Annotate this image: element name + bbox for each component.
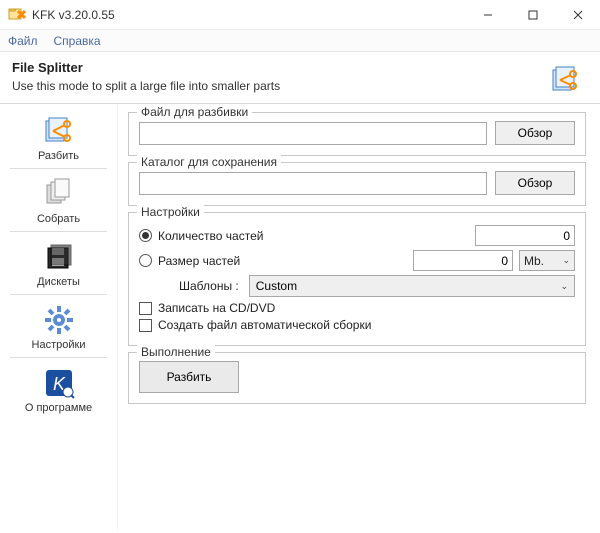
sidebar-separator bbox=[10, 168, 107, 169]
dest-folder-input[interactable] bbox=[139, 172, 487, 195]
group-run: Выполнение Разбить bbox=[128, 352, 586, 404]
minimize-button[interactable] bbox=[465, 0, 510, 30]
split-icon bbox=[42, 114, 76, 148]
radio-parts-size[interactable] bbox=[139, 254, 152, 267]
checkbox-auto-assembly[interactable] bbox=[139, 319, 152, 332]
header-subtitle: Use this mode to split a large file into… bbox=[12, 79, 588, 93]
header-title: File Splitter bbox=[12, 60, 588, 75]
header: File Splitter Use this mode to split a l… bbox=[0, 52, 600, 104]
parts-size-unit-select[interactable]: Mb. ⌄ bbox=[519, 250, 575, 271]
templates-select[interactable]: Custom ⌄ bbox=[249, 275, 575, 297]
cd-dvd-label: Записать на CD/DVD bbox=[158, 301, 275, 315]
parts-size-input[interactable] bbox=[413, 250, 513, 271]
sidebar-item-join[interactable]: Собрать bbox=[6, 173, 111, 227]
parts-size-unit-value: Mb. bbox=[524, 254, 544, 268]
sidebar-separator bbox=[10, 231, 107, 232]
group-source-file: Файл для разбивки Обзор bbox=[128, 112, 586, 156]
close-button[interactable] bbox=[555, 0, 600, 30]
main-panel: Файл для разбивки Обзор Каталог для сохр… bbox=[118, 104, 600, 529]
menu-help[interactable]: Справка bbox=[54, 34, 101, 48]
radio-parts-count[interactable] bbox=[139, 229, 152, 242]
source-file-input[interactable] bbox=[139, 122, 487, 145]
templates-value: Custom bbox=[256, 279, 297, 293]
sidebar-item-label: О программе bbox=[25, 402, 92, 414]
app-icon bbox=[8, 6, 26, 24]
split-icon bbox=[550, 64, 582, 96]
group-label: Файл для разбивки bbox=[137, 105, 252, 119]
window-title: KFK v3.20.0.55 bbox=[32, 8, 465, 22]
sidebar-separator bbox=[10, 357, 107, 358]
run-split-button[interactable]: Разбить bbox=[139, 361, 239, 393]
floppy-icon bbox=[42, 240, 76, 274]
sidebar-item-settings[interactable]: Настройки bbox=[6, 299, 111, 353]
templates-label: Шаблоны : bbox=[179, 279, 239, 293]
gear-icon bbox=[42, 303, 76, 337]
sidebar: Разбить Собрать Дискеты Настройки K О пр… bbox=[0, 104, 118, 529]
parts-count-input[interactable] bbox=[475, 225, 575, 246]
join-icon bbox=[42, 177, 76, 211]
parts-count-label: Количество частей bbox=[158, 229, 469, 243]
checkbox-cd-dvd[interactable] bbox=[139, 302, 152, 315]
sidebar-item-label: Настройки bbox=[32, 339, 86, 351]
chevron-down-icon: ⌄ bbox=[560, 281, 568, 292]
sidebar-item-split[interactable]: Разбить bbox=[6, 110, 111, 164]
titlebar: KFK v3.20.0.55 bbox=[0, 0, 600, 30]
group-label: Настройки bbox=[137, 205, 204, 219]
about-icon: K bbox=[42, 366, 76, 400]
group-settings: Настройки Количество частей Размер часте… bbox=[128, 212, 586, 346]
sidebar-item-about[interactable]: K О программе bbox=[6, 362, 111, 416]
sidebar-item-label: Дискеты bbox=[37, 276, 80, 288]
sidebar-item-label: Собрать bbox=[37, 213, 80, 225]
browse-dest-button[interactable]: Обзор bbox=[495, 171, 575, 195]
browse-source-button[interactable]: Обзор bbox=[495, 121, 575, 145]
sidebar-item-diskettes[interactable]: Дискеты bbox=[6, 236, 111, 290]
menubar: Файл Справка bbox=[0, 30, 600, 52]
maximize-button[interactable] bbox=[510, 0, 555, 30]
group-label: Каталог для сохранения bbox=[137, 155, 281, 169]
group-dest-folder: Каталог для сохранения Обзор bbox=[128, 162, 586, 206]
sidebar-item-label: Разбить bbox=[38, 150, 79, 162]
menu-file[interactable]: Файл bbox=[8, 34, 38, 48]
group-label: Выполнение bbox=[137, 345, 215, 359]
auto-assembly-label: Создать файл автоматической сборки bbox=[158, 318, 371, 332]
chevron-down-icon: ⌄ bbox=[562, 255, 570, 266]
sidebar-separator bbox=[10, 294, 107, 295]
parts-size-label: Размер частей bbox=[158, 254, 407, 268]
